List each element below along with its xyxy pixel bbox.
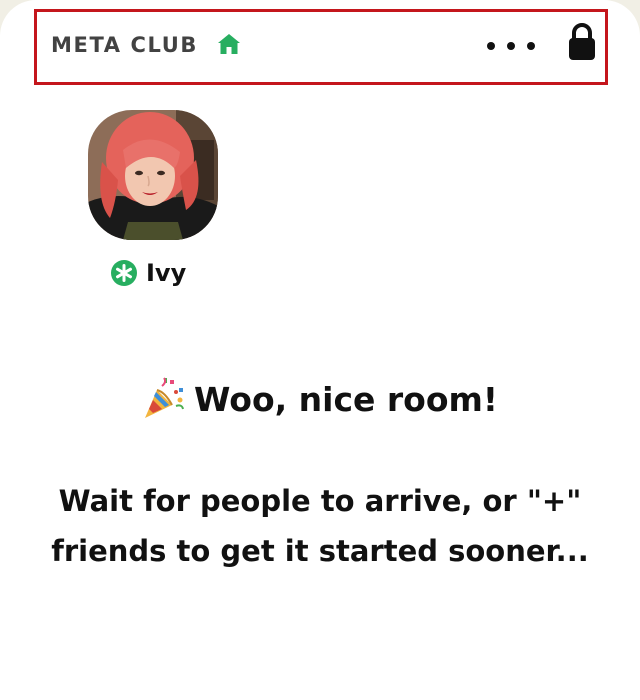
more-options-button[interactable] (487, 36, 535, 56)
club-name[interactable]: META CLUB (51, 31, 198, 59)
speaker-name: Ivy (146, 259, 187, 287)
house-icon (217, 33, 241, 55)
speaker-row[interactable]: Ivy (110, 258, 186, 288)
avatar[interactable] (88, 110, 218, 240)
lock-icon[interactable] (567, 23, 597, 61)
room-header: META CLUB (34, 9, 608, 85)
moderator-asterisk-icon (110, 259, 138, 287)
more-dots-icon (487, 42, 495, 50)
party-popper-icon (142, 376, 186, 420)
celebrate-heading: Woo, nice room! (0, 376, 640, 424)
room-panel: META CLUB Ivy Woo, nice room! Wait for p… (0, 0, 640, 700)
room-message: Wait for people to arrive, or "+" friend… (51, 484, 589, 568)
celebrate-text: Woo, nice room! (194, 380, 498, 419)
